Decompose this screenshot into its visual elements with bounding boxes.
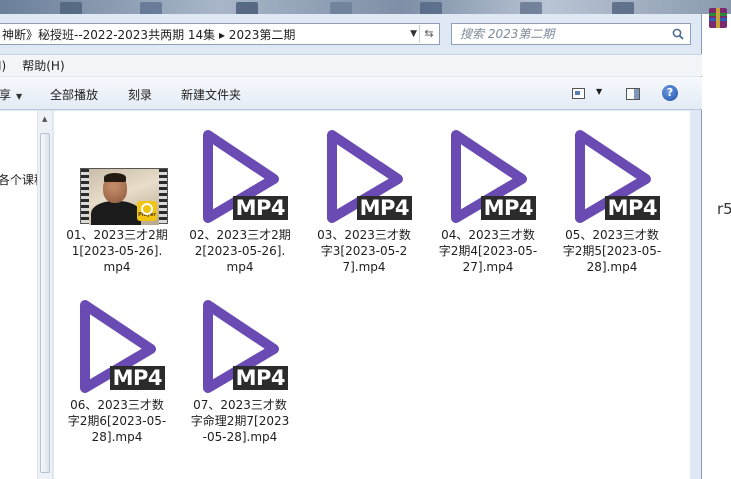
person-hair [104,173,126,182]
explorer-window: 神断》秘授班--2022-2023共两期 14集 ▸ 2023第二期 ▼ ⇆ I… [0,14,702,479]
file-item[interactable]: MP4 06、2023三才数字2期6[2023-05-28].mp4 [62,298,172,445]
background-window-text: r53 [717,200,731,218]
refresh-icon[interactable]: ⇆ [419,25,438,43]
file-name[interactable]: 07、2023三才数字命理2期7[2023-05-28].mp4 [185,397,295,445]
preview-pane-icon[interactable] [626,88,640,100]
mp4-badge: MP4 [232,366,288,390]
play-all-button[interactable]: 全部播放 [50,86,98,103]
new-folder-button[interactable]: 新建文件夹 [181,86,241,103]
mp4-badge: MP4 [604,196,660,220]
mp4-badge: MP4 [480,196,536,220]
video-thumbnail: Player [67,128,168,225]
burn-button[interactable]: 刻录 [128,86,152,103]
file-name[interactable]: 03、2023三才数字3[2023-05-27].mp4 [309,227,419,275]
share-button[interactable]: 享 ▼ [0,86,22,103]
menu-item-tools[interactable]: I) [0,59,14,73]
search-input[interactable] [452,25,662,43]
search-box[interactable] [451,23,691,45]
mp4-file-icon: MP4 [190,128,290,224]
mp4-file-icon: MP4 [314,128,414,224]
film-strip-left [81,169,89,223]
file-name[interactable]: 05、2023三才数字2期5[2023-05-28].mp4 [557,227,667,275]
person-body [91,201,141,225]
mp4-badge: MP4 [109,366,165,390]
search-icon[interactable] [672,28,684,40]
file-item[interactable]: MP4 05、2023三才数字2期5[2023-05-28].mp4 [557,128,667,275]
file-item[interactable]: MP4 03、2023三才数字3[2023-05-27].mp4 [309,128,419,275]
mp4-file-icon: MP4 [438,128,538,224]
file-name[interactable]: 06、2023三才数字2期6[2023-05-28].mp4 [62,397,172,445]
address-path[interactable]: 神断》秘授班--2022-2023共两期 14集 ▸ 2023第二期 [0,26,295,43]
film-strip-right [159,169,167,223]
winrar-icon[interactable] [707,6,729,30]
file-name[interactable]: 01、2023三才2期1[2023-05-26].mp4 [62,227,172,275]
menu-bar: I) 帮助(H) [0,54,702,76]
change-view-icon[interactable] [572,88,585,99]
share-label: 享 [0,88,12,102]
file-list: Player 01、2023三才2期1[2023-05-26].mp4 MP4 … [54,111,690,479]
mp4-file-icon: MP4 [67,298,167,394]
file-item[interactable]: MP4 07、2023三才数字命理2期7[2023-05-28].mp4 [185,298,295,445]
chevron-down-icon: ▼ [16,92,23,101]
file-item[interactable]: Player 01、2023三才2期1[2023-05-26].mp4 [62,128,172,275]
command-toolbar: 享 ▼ 全部播放 刻录 新建文件夹 ▼ ? [0,77,702,110]
nav-scrollbar[interactable]: ▲ [37,111,53,479]
scrollbar-thumb[interactable] [40,133,50,473]
video-frame: Player [80,168,168,225]
mp4-file-icon: MP4 [562,128,662,224]
file-item[interactable]: MP4 04、2023三才数字2期4[2023-05-27].mp4 [433,128,543,275]
chevron-down-icon[interactable]: ▼ [596,87,602,96]
help-icon[interactable]: ? [662,85,678,101]
address-row: 神断》秘授班--2022-2023共两期 14集 ▸ 2023第二期 ▼ ⇆ [0,21,702,47]
player-app-icon: Player [137,201,157,221]
file-name[interactable]: 02、2023三才2期2[2023-05-26].mp4 [185,227,295,275]
address-bar[interactable]: 神断》秘授班--2022-2023共两期 14集 ▸ 2023第二期 ▼ ⇆ [0,23,440,45]
navigation-pane: 各个课程 [0,111,46,479]
mp4-badge: MP4 [232,196,288,220]
chevron-down-icon[interactable]: ▼ [410,29,417,39]
background-window-edge [702,14,731,479]
file-name[interactable]: 04、2023三才数字2期4[2023-05-27].mp4 [433,227,543,275]
menu-item-help[interactable]: 帮助(H) [14,57,72,74]
mp4-badge: MP4 [356,196,412,220]
mp4-file-icon: MP4 [190,298,290,394]
file-item[interactable]: MP4 02、2023三才2期2[2023-05-26].mp4 [185,128,295,275]
chevron-up-icon[interactable]: ▲ [42,115,47,123]
